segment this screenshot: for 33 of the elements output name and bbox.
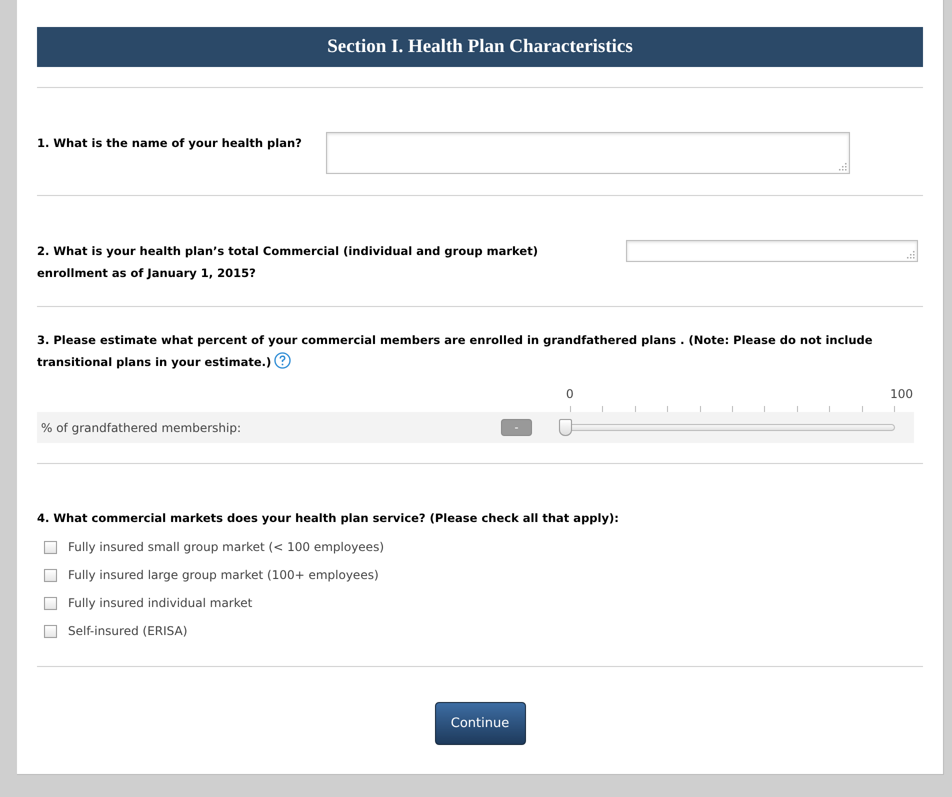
option-label: Fully insured small group market (< 100 employees) — [68, 539, 384, 556]
tick-mark — [732, 406, 733, 412]
answer-box[interactable] — [326, 132, 850, 174]
section-header: Section I. Health Plan Characteristics — [37, 27, 923, 67]
tick-mark — [894, 406, 895, 412]
resize-grip-icon[interactable] — [906, 250, 915, 259]
question-text: 1. What is the name of your health plan? — [37, 135, 303, 152]
tick-mark — [700, 406, 701, 412]
continue-button[interactable]: Continue — [434, 702, 526, 746]
option-label: Fully insured large group market (100+ employees) — [68, 567, 379, 584]
help-icon[interactable] — [274, 352, 292, 369]
checkbox[interactable] — [44, 624, 57, 638]
option-label: Fully insured individual market — [68, 595, 252, 612]
tick-mark — [764, 406, 766, 412]
question-text: 4. What commercial markets does your health plan service? (Please check all that apply): — [37, 510, 620, 527]
input-field[interactable] — [626, 240, 918, 262]
scale-min-label: 0 — [566, 386, 574, 403]
resize-grip-icon[interactable] — [838, 162, 847, 171]
question-text: 3. Please estimate what percent of your commercial members are enrolled in grandfathered plans . (Note: Please do not include transitional plans in your estimate.) — [37, 332, 874, 371]
row-label: % of grandfathered membership: — [40, 420, 242, 436]
tick-mark — [829, 406, 830, 412]
tick-mark — [862, 406, 863, 412]
scale-max-label: 100 — [890, 386, 913, 403]
option-label: Self-insured (ERISA) — [68, 623, 188, 640]
tick-mark — [667, 406, 668, 412]
checkbox[interactable] — [44, 596, 57, 610]
tick-mark — [634, 406, 636, 412]
checkbox[interactable] — [44, 540, 57, 554]
question-text: 2. What is your health plan’s total Commercial (individual and group market) enrollment as of January 1, 2015? — [37, 243, 539, 282]
tick-mark — [602, 406, 604, 412]
tick-mark — [570, 406, 571, 412]
tick-mark — [796, 406, 798, 412]
checkbox[interactable] — [44, 568, 57, 582]
